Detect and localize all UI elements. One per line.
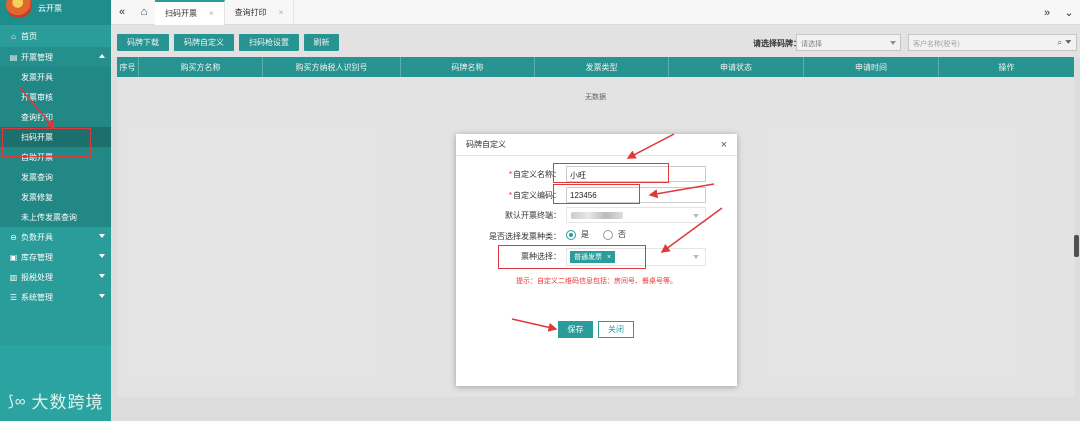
close-icon[interactable]: ×	[721, 139, 727, 151]
hint-text: 提示：自定义二维码信息包括：房间号、餐桌号等。	[516, 278, 677, 285]
sidebar-group-label: 系统管理	[21, 292, 53, 302]
sidebar-group-system[interactable]: ☰ 系统管理	[0, 287, 111, 307]
required-mark: *	[508, 170, 512, 179]
chevron-down-icon	[693, 255, 699, 259]
sidebar-group-label: 报税处理	[21, 272, 53, 282]
sidebar-group-label: 负数开具	[21, 232, 53, 242]
tab-label: 扫码开票	[165, 8, 197, 18]
choose-type-label: 是否选择发票种类：	[489, 232, 561, 241]
close-icon[interactable]: ×	[209, 9, 214, 18]
close-button[interactable]: 关闭	[598, 321, 634, 338]
annotation-box	[498, 245, 646, 269]
sidebar-group-invoicing[interactable]: ▤ 开票管理	[0, 47, 111, 67]
logo-area: 云开票	[0, 0, 111, 25]
sidebar-item-issue-invoice[interactable]: 发票开具	[0, 67, 111, 87]
chevron-down-icon	[693, 214, 699, 218]
annotation-box	[2, 128, 91, 157]
negative-icon: ⊖	[10, 232, 17, 242]
required-mark: *	[508, 191, 512, 200]
sidebar-item-query-print[interactable]: 查询打印	[0, 107, 111, 127]
chevron-down-icon	[99, 294, 105, 298]
home-icon: ⌂	[11, 31, 16, 41]
app-logo	[6, 0, 32, 18]
choose-type-radio-group: 是 否	[566, 229, 626, 240]
redacted-value	[571, 212, 623, 219]
sidebar-item-unuploaded-query[interactable]: 未上传发票查询	[0, 207, 111, 227]
chevron-down-icon	[99, 274, 105, 278]
sidebar-item-label: 首页	[21, 31, 37, 41]
terminal-select[interactable]	[566, 207, 706, 223]
tab-bar-right: » ⌄	[1036, 0, 1080, 25]
dialog-header: 码牌自定义 ×	[456, 134, 737, 156]
sidebar-group-label: 开票管理	[21, 52, 53, 62]
choose-type-row: 是否选择发票种类： 是 否	[456, 228, 737, 244]
tab-scan-invoice[interactable]: 扫码开票 ×	[155, 0, 225, 25]
chevron-down-icon[interactable]: ⌄	[1058, 0, 1080, 25]
sidebar: 云开票 ⌂ 首页 ▤ 开票管理 发票开具 开票审核 查询打印 扫码开票 自助开票…	[0, 0, 111, 421]
watermark-logo-icon: ⟆∞	[8, 392, 27, 410]
sidebar-group-tax[interactable]: ▥ 报税处理	[0, 267, 111, 287]
watermark: ⟆∞ 大数跨境	[8, 388, 104, 413]
close-icon[interactable]: ×	[279, 8, 284, 17]
sidebar-group-negative[interactable]: ⊖ 负数开具	[0, 227, 111, 247]
sidebar-item-home[interactable]: ⌂ 首页	[0, 25, 111, 47]
sidebar-item-invoice-repair[interactable]: 发票修复	[0, 187, 111, 207]
tab-query-print[interactable]: 查询打印 ×	[225, 0, 295, 25]
chevron-down-icon	[99, 254, 105, 258]
sidebar-group-inventory[interactable]: ▣ 库存管理	[0, 247, 111, 267]
sidebar-item-invoice-query[interactable]: 发票查询	[0, 167, 111, 187]
chevron-up-icon	[99, 54, 105, 58]
tax-icon: ▥	[9, 272, 18, 282]
terminal-label: 默认开票终端：	[505, 211, 561, 220]
invoice-icon: ▤	[9, 52, 18, 62]
dialog-title: 码牌自定义	[466, 140, 506, 149]
home-icon[interactable]: ⌂	[133, 0, 155, 25]
radio-yes-label: 是	[581, 230, 589, 239]
annotation-box	[553, 184, 640, 204]
save-button[interactable]: 保存	[558, 321, 593, 338]
collapse-left-icon[interactable]: «	[111, 0, 133, 25]
radio-no-label: 否	[618, 230, 626, 239]
tab-label: 查询打印	[234, 7, 267, 17]
radio-no[interactable]	[603, 229, 613, 240]
annotation-box	[553, 163, 669, 183]
app-title: 云开票	[38, 4, 62, 13]
chevron-down-icon	[99, 234, 105, 238]
settings-icon: ☰	[9, 292, 18, 302]
terminal-row: 默认开票终端：	[456, 207, 737, 223]
scroll-right-icon[interactable]: »	[1036, 0, 1058, 25]
sidebar-item-invoice-review[interactable]: 开票审核	[0, 87, 111, 107]
tab-bar: « ⌂ 扫码开票 × 查询打印 × » ⌄	[111, 0, 1080, 25]
inventory-icon: ▣	[9, 252, 18, 262]
sidebar-group-label: 库存管理	[21, 252, 53, 262]
radio-yes[interactable]	[566, 229, 576, 240]
watermark-text: 大数跨境	[31, 393, 104, 412]
